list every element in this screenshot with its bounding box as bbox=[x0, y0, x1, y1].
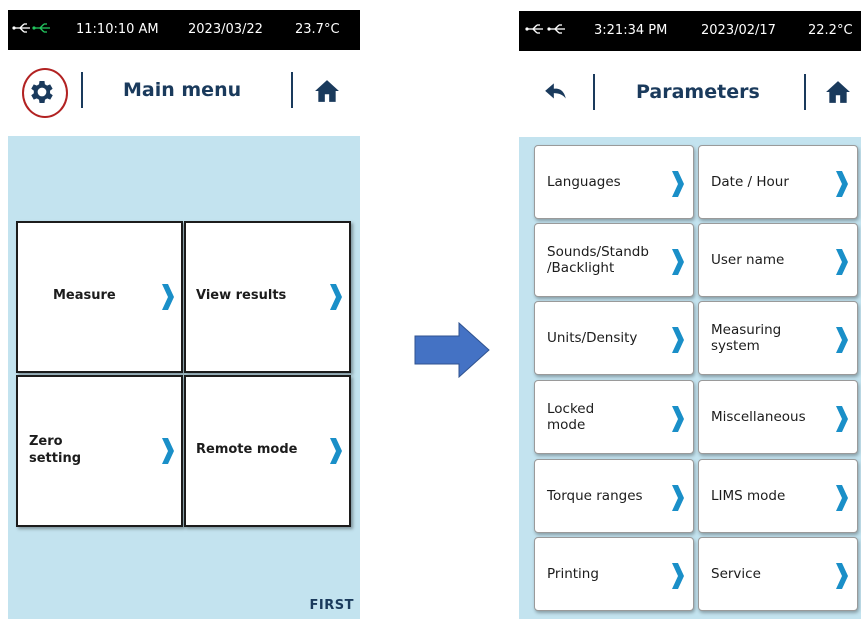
usb-connected-icon bbox=[12, 21, 54, 39]
status-time: 11:10:10 AM bbox=[76, 22, 159, 37]
chevron-right-icon bbox=[836, 563, 848, 589]
chevron-right-icon bbox=[672, 563, 684, 589]
measure-tile[interactable]: Measure bbox=[16, 221, 183, 373]
chevron-right-icon bbox=[836, 406, 848, 432]
header-bar: Parameters bbox=[519, 52, 861, 137]
button-label: Miscellaneous bbox=[711, 409, 806, 425]
torque-ranges-button[interactable]: Torque ranges bbox=[534, 459, 694, 533]
tile-label: Zero setting bbox=[29, 434, 81, 466]
status-temperature: 23.7°C bbox=[295, 22, 340, 37]
service-button[interactable]: Service bbox=[698, 537, 858, 611]
button-label: Printing bbox=[547, 566, 599, 582]
status-bar: 3:21:34 PM 2023/02/17 22.2°C bbox=[519, 11, 861, 51]
date-hour-button[interactable]: Date / Hour bbox=[698, 145, 858, 219]
usb-icon bbox=[525, 22, 569, 40]
header-divider bbox=[81, 72, 83, 108]
home-icon bbox=[315, 80, 339, 102]
lims-mode-button[interactable]: LIMS mode bbox=[698, 459, 858, 533]
button-label: Service bbox=[711, 566, 761, 582]
status-time: 3:21:34 PM bbox=[594, 23, 668, 38]
units-density-button[interactable]: Units/Density bbox=[534, 301, 694, 375]
user-name-button[interactable]: User name bbox=[698, 223, 858, 297]
chevron-right-icon bbox=[330, 438, 342, 464]
locked-mode-button[interactable]: Locked mode bbox=[534, 380, 694, 454]
tile-label: View results bbox=[196, 288, 287, 303]
home-icon bbox=[826, 81, 850, 103]
page-title: Main menu bbox=[123, 79, 242, 101]
measuring-system-button[interactable]: Measuring system bbox=[698, 301, 858, 375]
brand-label: FIRST bbox=[309, 598, 354, 613]
chevron-right-icon bbox=[672, 406, 684, 432]
zero-setting-tile[interactable]: Zero setting bbox=[16, 375, 183, 527]
chevron-right-icon bbox=[836, 249, 848, 275]
chevron-right-icon bbox=[836, 327, 848, 353]
chevron-right-icon bbox=[330, 284, 342, 310]
tile-label: Measure bbox=[53, 288, 116, 303]
chevron-right-icon bbox=[162, 284, 174, 310]
button-label: User name bbox=[711, 252, 785, 268]
status-temperature: 22.2°C bbox=[808, 23, 853, 38]
remote-mode-tile[interactable]: Remote mode bbox=[184, 375, 351, 527]
chevron-right-icon bbox=[836, 485, 848, 511]
chevron-right-icon bbox=[672, 327, 684, 353]
home-button[interactable] bbox=[825, 79, 851, 105]
chevron-right-icon bbox=[836, 171, 848, 197]
sounds-standby-backlight-button[interactable]: Sounds/Standb /Backlight bbox=[534, 223, 694, 297]
tile-label: Remote mode bbox=[196, 442, 298, 457]
button-label: Date / Hour bbox=[711, 174, 789, 190]
header-divider bbox=[804, 74, 806, 110]
back-button[interactable] bbox=[543, 79, 569, 105]
parameters-screen: 3:21:34 PM 2023/02/17 22.2°C Parameters … bbox=[519, 11, 861, 619]
languages-button[interactable]: Languages bbox=[534, 145, 694, 219]
button-label: LIMS mode bbox=[711, 488, 786, 504]
main-menu-screen: 11:10:10 AM 2023/03/22 23.7°C Main menu … bbox=[8, 10, 360, 619]
chevron-right-icon bbox=[162, 438, 174, 464]
button-label: Torque ranges bbox=[547, 488, 643, 504]
button-label: Languages bbox=[547, 174, 621, 190]
chevron-right-icon bbox=[672, 485, 684, 511]
printing-button[interactable]: Printing bbox=[534, 537, 694, 611]
button-label: Units/Density bbox=[547, 330, 638, 346]
page-title: Parameters bbox=[636, 81, 760, 103]
button-label: Locked mode bbox=[547, 401, 595, 433]
chevron-right-icon bbox=[672, 249, 684, 275]
chevron-right-icon bbox=[672, 171, 684, 197]
button-label: Sounds/Standb /Backlight bbox=[547, 244, 649, 276]
header-divider bbox=[593, 74, 595, 110]
parameters-grid: Languages Date / Hour Sounds/Standb /Bac… bbox=[519, 137, 861, 619]
home-button[interactable] bbox=[314, 78, 340, 104]
main-menu-content: Measure View results Zero setting Remote… bbox=[8, 136, 360, 619]
view-results-tile[interactable]: View results bbox=[184, 221, 351, 373]
settings-highlight-ring bbox=[22, 68, 68, 118]
header-divider bbox=[291, 72, 293, 108]
status-date: 2023/02/17 bbox=[701, 23, 776, 38]
button-label: Measuring system bbox=[711, 322, 782, 354]
miscellaneous-button[interactable]: Miscellaneous bbox=[698, 380, 858, 454]
status-date: 2023/03/22 bbox=[188, 22, 263, 37]
back-arrow-icon bbox=[545, 83, 566, 99]
status-bar: 11:10:10 AM 2023/03/22 23.7°C bbox=[8, 10, 360, 50]
transition-arrow-icon bbox=[414, 322, 490, 378]
